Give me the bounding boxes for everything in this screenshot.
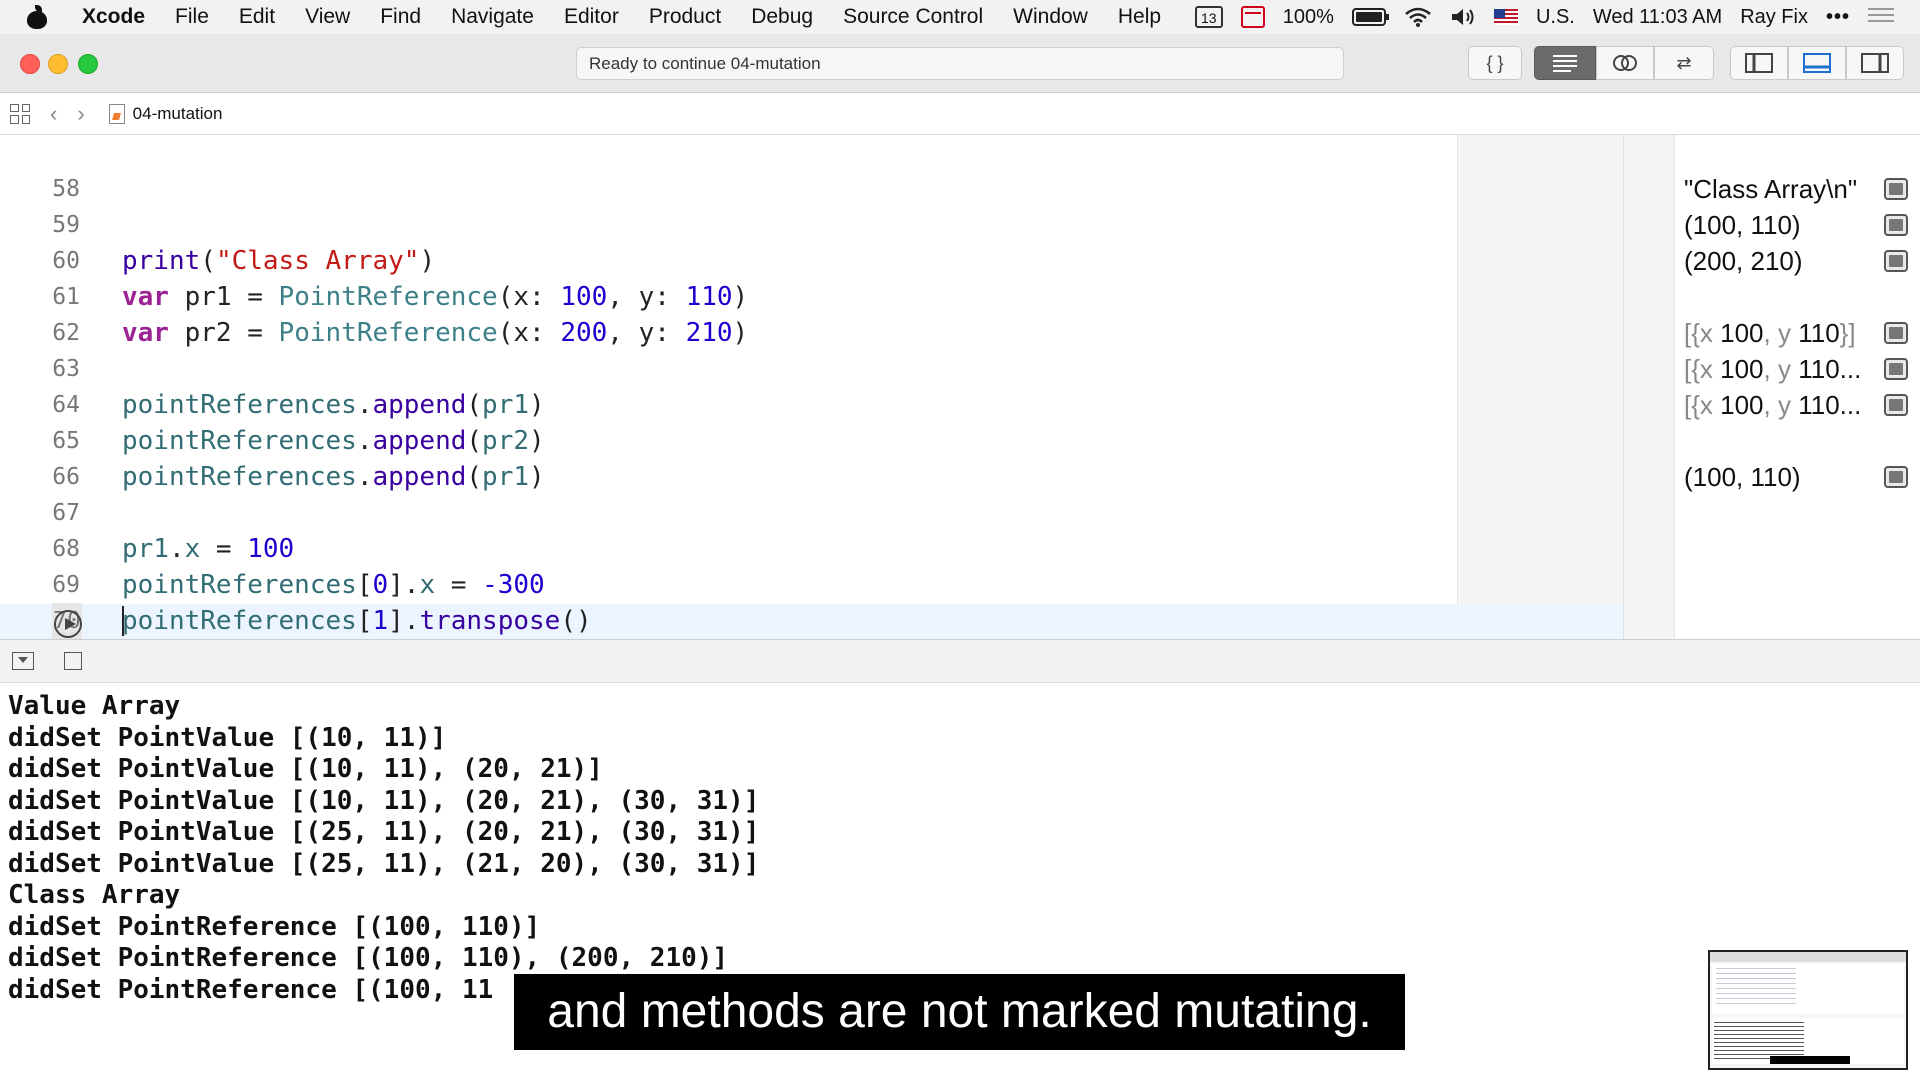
- code-line: 66: [0, 423, 1457, 490]
- code-line: 58: [0, 135, 1457, 202]
- navigator-panel-icon: [1745, 53, 1773, 73]
- status-menus: 13 100% U.S. Wed 11:03 AM Ray Fix •••: [1194, 0, 1894, 34]
- console-line: didSet PointReference [(100, 110), (200,…: [8, 943, 729, 973]
- menubar-clock[interactable]: Wed 11:03 AM: [1593, 6, 1722, 29]
- back-arrow-icon[interactable]: ‹: [50, 101, 57, 127]
- input-source-label[interactable]: U.S.: [1536, 6, 1575, 29]
- result-value: (100, 110): [1684, 210, 1801, 240]
- video-subtitle: and methods are not marked mutating.: [514, 974, 1405, 1050]
- menu-find[interactable]: Find: [380, 5, 421, 29]
- assistant-editor-icon: [1613, 55, 1637, 71]
- version-editor-button[interactable]: ⇄: [1654, 46, 1714, 80]
- editor-right-margin: [1457, 135, 1624, 639]
- video-thumbnail-preview: [1708, 950, 1908, 1070]
- quick-look-icon[interactable]: [1884, 466, 1908, 488]
- source-editor[interactable]: 58 59 print("Class Array") 60 var pr1 = …: [0, 135, 1625, 639]
- menu-debug[interactable]: Debug: [751, 5, 813, 29]
- volume-icon[interactable]: [1450, 6, 1476, 28]
- code-line: 69 pointReferences[1].transpose(): [0, 531, 1457, 636]
- wifi-icon[interactable]: [1404, 6, 1432, 28]
- hide-debug-area-icon[interactable]: [12, 652, 34, 670]
- quick-look-icon[interactable]: [1884, 358, 1908, 380]
- menu-bar: Xcode File Edit View Find Navigate Edito…: [0, 0, 1920, 34]
- inspector-panel-icon: [1861, 53, 1889, 73]
- swift-file-icon: [108, 103, 125, 124]
- code-line: 60 var pr1 = PointReference(x: 100, y: 1…: [0, 207, 1457, 312]
- related-items-icon[interactable]: [10, 103, 30, 124]
- code-line: 59 print("Class Array"): [0, 171, 1457, 276]
- result-value: (100, 110): [1684, 462, 1801, 492]
- menu-edit[interactable]: Edit: [239, 5, 275, 29]
- console-line: didSet PointValue [(25, 11), (20, 21), (…: [8, 817, 760, 847]
- us-flag-icon[interactable]: [1493, 9, 1518, 25]
- assistant-editor-button[interactable]: [1596, 46, 1654, 80]
- breadcrumb-file[interactable]: 04-mutation: [133, 104, 223, 124]
- menu-help[interactable]: Help: [1118, 5, 1161, 29]
- result-value: "Class Array\n": [1684, 174, 1858, 204]
- activity-status: Ready to continue 04-mutation: [576, 47, 1344, 80]
- code-line: 64 pointReferences.append(pr2): [0, 351, 1457, 456]
- code-line: 61 var pr2 = PointReference(x: 200, y: 2…: [0, 243, 1457, 348]
- results-sidebar: "Class Array\n" (100, 110) (200, 210) [{…: [1623, 135, 1920, 639]
- menu-source-control[interactable]: Source Control: [843, 5, 983, 29]
- close-window-button[interactable]: [20, 54, 40, 74]
- calendar-icon[interactable]: 13: [1194, 6, 1223, 28]
- quick-look-icon[interactable]: [1884, 178, 1908, 200]
- toggle-inspector-button[interactable]: [1846, 46, 1904, 80]
- minimize-window-button[interactable]: [48, 54, 68, 74]
- screen-recording-icon[interactable]: [1240, 6, 1265, 28]
- standard-editor-icon: [1553, 55, 1577, 72]
- result-value: [{x 100, y 110...: [1684, 390, 1862, 420]
- standard-editor-button[interactable]: [1534, 46, 1596, 80]
- notification-center-icon[interactable]: [1868, 8, 1894, 26]
- console-line: Class Array: [8, 880, 181, 910]
- menu-editor[interactable]: Editor: [564, 5, 619, 29]
- quick-look-icon[interactable]: [1884, 322, 1908, 344]
- code-line: 67 pr1.x = 100: [0, 459, 1457, 564]
- menu-view[interactable]: View: [305, 5, 350, 29]
- quick-look-icon[interactable]: [1884, 394, 1908, 416]
- quick-look-icon[interactable]: [1884, 214, 1908, 236]
- jump-bar: ‹ › 04-mutation: [0, 93, 1920, 135]
- toggle-debug-area-button[interactable]: [1788, 46, 1846, 80]
- stop-icon[interactable]: [64, 652, 82, 670]
- code-line: 62: [0, 279, 1457, 346]
- code-line: 68 pointReferences[0].x = -300: [0, 495, 1457, 600]
- menubar-user[interactable]: Ray Fix: [1740, 6, 1808, 29]
- menu-window[interactable]: Window: [1013, 5, 1088, 29]
- debug-panel-icon: [1803, 53, 1831, 73]
- menu-navigate[interactable]: Navigate: [451, 5, 534, 29]
- quick-look-icon[interactable]: [1884, 250, 1908, 272]
- console-line: didSet PointReference [(100, 110)]: [8, 911, 541, 942]
- toggle-navigator-button[interactable]: [1730, 46, 1788, 80]
- result-value: [{x 100, y 110}]: [1684, 318, 1856, 348]
- more-icon[interactable]: •••: [1826, 6, 1850, 29]
- debug-bar: [0, 639, 1920, 683]
- apple-icon[interactable]: [26, 5, 48, 29]
- menu-file[interactable]: File: [175, 5, 209, 29]
- result-value: (200, 210): [1684, 246, 1803, 276]
- console-line: Value Array: [8, 691, 181, 721]
- battery-icon[interactable]: [1351, 8, 1389, 26]
- forward-arrow-icon[interactable]: ›: [77, 101, 84, 127]
- battery-percent: 100%: [1282, 5, 1334, 28]
- menu-app-xcode[interactable]: Xcode: [82, 5, 145, 29]
- result-value: [{x 100, y 110...: [1684, 354, 1862, 384]
- code-line: 70: [0, 567, 1457, 639]
- console-line: didSet PointValue [(10, 11), (20, 21), (…: [8, 785, 760, 816]
- console-line: didSet PointValue [(10, 11)]: [8, 722, 447, 753]
- code-line: 63 pointReferences.append(pr1): [0, 315, 1457, 420]
- text-cursor: [122, 606, 124, 636]
- window-toolbar: Ready to continue 04-mutation { } ⇄: [0, 34, 1920, 93]
- zoom-window-button[interactable]: [78, 54, 98, 74]
- menu-product[interactable]: Product: [649, 5, 721, 29]
- run-playground-icon[interactable]: [54, 610, 82, 638]
- console-line: didSet PointValue [(25, 11), (21, 20), (…: [8, 848, 760, 879]
- code-line: 65 pointReferences.append(pr1): [0, 387, 1457, 492]
- code-review-button[interactable]: { }: [1468, 46, 1522, 80]
- console-line: didSet PointValue [(10, 11), (20, 21)]: [8, 754, 603, 784]
- console-line: didSet PointReference [(100, 11: [8, 974, 494, 1005]
